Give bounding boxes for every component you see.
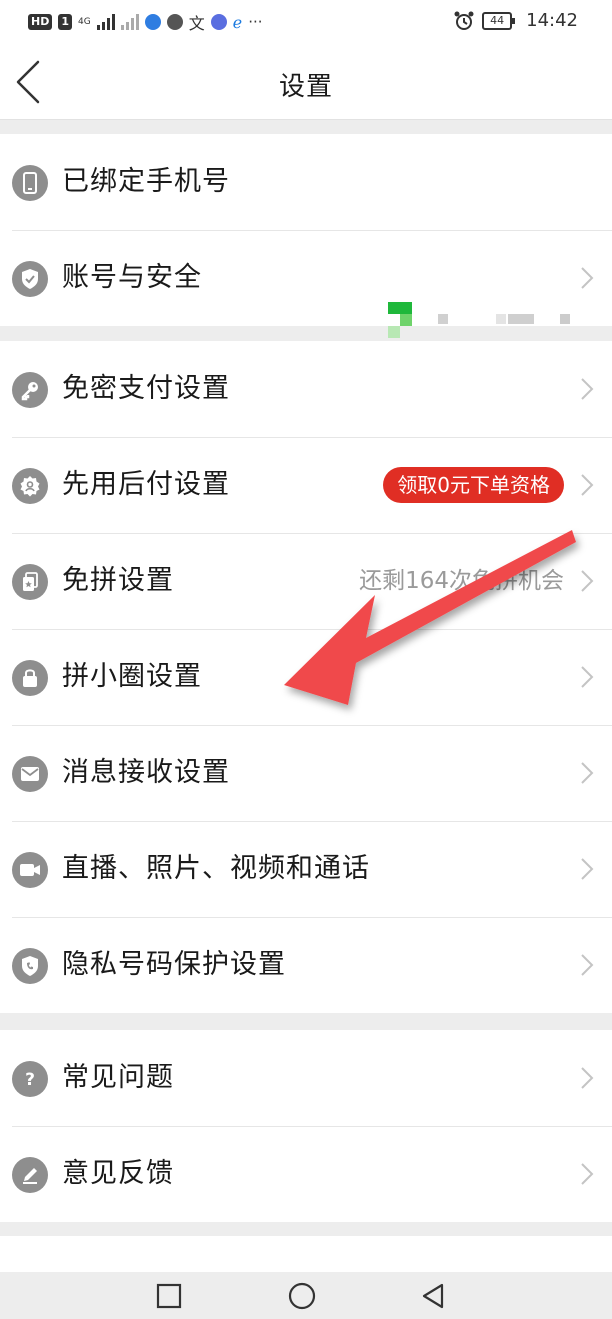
row-label: 免拼设置 [62, 565, 174, 596]
telecom-icon: ℯ [232, 12, 243, 32]
chevron-right-icon [581, 858, 594, 880]
sim-badge: 1 [58, 14, 72, 30]
status-bar: HD 1 4G 文 ℯ ··· 44 14:42 [0, 0, 612, 44]
chevron-right-icon [581, 474, 594, 496]
app-notification-2-icon [166, 14, 183, 30]
lock-icon [12, 660, 48, 696]
settings-row-bound-phone[interactable]: 已绑定手机号 [0, 134, 612, 338]
row-label: 账号与安全 [62, 262, 202, 293]
settings-row-media-calls[interactable]: 直播、照片、视频和通话 [0, 821, 612, 917]
settings-group-more [0, 1236, 612, 1272]
chevron-right-icon [581, 378, 594, 400]
remaining-count-text: 还剩164次免拼机会 [359, 568, 564, 594]
settings-row-password-free-pay[interactable]: 免密支付设置 [0, 341, 612, 437]
settings-row-skip-group[interactable]: 免拼设置 还剩164次免拼机会 [0, 533, 612, 629]
chevron-right-icon [581, 666, 594, 688]
alarm-icon [454, 11, 474, 30]
chevron-right-icon [581, 954, 594, 976]
signal-icon [96, 14, 115, 30]
row-label: 先用后付设置 [62, 469, 230, 500]
row-label: 隐私号码保护设置 [62, 949, 286, 980]
chevron-right-icon [581, 267, 594, 289]
row-label: 意见反馈 [62, 1158, 174, 1189]
badge-icon [12, 468, 48, 504]
settings-group-payment: 免密支付设置 先用后付设置 领取0元下单资格 免拼设置 还剩164次免拼机会 拼… [0, 341, 612, 1013]
chevron-right-icon [581, 1163, 594, 1185]
battery-icon: 44 [482, 11, 516, 30]
nav-bar: 设置 [0, 44, 612, 120]
edit-icon [12, 1157, 48, 1193]
shield-check-icon [12, 261, 48, 297]
settings-row-faq[interactable]: ? 常见问题 [0, 1030, 612, 1126]
privacy-shield-icon [12, 948, 48, 984]
signal-label: 4G [78, 17, 91, 27]
question-icon: ? [12, 1061, 48, 1097]
chevron-right-icon [581, 1067, 594, 1089]
video-icon [12, 852, 48, 888]
settings-row-pay-later[interactable]: 先用后付设置 领取0元下单资格 [0, 437, 612, 533]
app-notification-3-icon: 文 [188, 14, 205, 33]
page-title: 设置 [278, 72, 333, 102]
signal-2-icon [120, 14, 139, 30]
settings-row-feedback[interactable]: 意见反馈 [0, 1126, 612, 1222]
home-icon[interactable] [286, 1280, 318, 1312]
row-label: 消息接收设置 [62, 757, 230, 788]
settings-group-account: 已绑定手机号 账号与安全 [0, 134, 612, 338]
row-label: 直播、照片、视频和通话 [62, 853, 370, 884]
system-navigation-bar [0, 1272, 612, 1319]
row-label: 已绑定手机号 [62, 166, 230, 197]
row-label: 拼小圈设置 [62, 661, 202, 692]
settings-row-account-security[interactable]: 账号与安全 [0, 230, 612, 326]
music-icon [210, 14, 227, 30]
card-star-icon [12, 564, 48, 600]
chevron-right-icon [581, 570, 594, 592]
mail-icon [12, 756, 48, 792]
key-icon [12, 372, 48, 408]
back-triangle-icon[interactable] [418, 1280, 450, 1312]
settings-row-notifications[interactable]: 消息接收设置 [0, 725, 612, 821]
recent-apps-icon[interactable] [153, 1280, 185, 1312]
claim-offer-badge[interactable]: 领取0元下单资格 [383, 467, 564, 503]
status-right: 44 14:42 [454, 10, 578, 31]
chevron-right-icon [581, 762, 594, 784]
hd-badge: HD [28, 14, 53, 30]
clock: 14:42 [526, 10, 578, 31]
row-label: 免密支付设置 [62, 373, 230, 404]
svg-text:?: ? [25, 1070, 35, 1090]
more-icon: ··· [248, 13, 263, 31]
settings-row-privacy-number[interactable]: 隐私号码保护设置 [0, 917, 612, 1013]
phone-icon [12, 165, 48, 201]
row-label: 常见问题 [62, 1062, 174, 1093]
settings-row-circle[interactable]: 拼小圈设置 [0, 629, 612, 725]
settings-group-help: ? 常见问题 意见反馈 [0, 1030, 612, 1222]
app-notification-icon [144, 14, 161, 30]
status-left: HD 1 4G 文 ℯ ··· [28, 10, 263, 34]
